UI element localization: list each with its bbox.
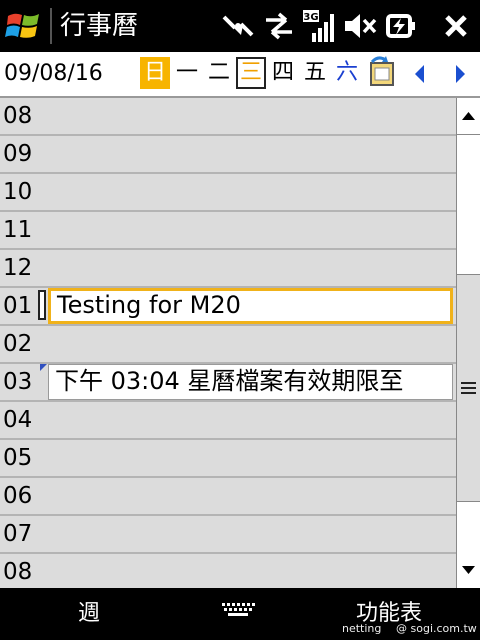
weekday-mon[interactable]: 一 <box>172 57 202 89</box>
hour-label: 08 <box>3 103 33 129</box>
scroll-down-button[interactable] <box>457 552 480 588</box>
scroll-grip-line <box>461 392 476 394</box>
hour-label: 10 <box>3 179 33 205</box>
scroll-down-icon <box>462 566 475 574</box>
hour-label: 08 <box>3 559 33 585</box>
windows-start-icon[interactable] <box>4 6 44 46</box>
hour-row[interactable]: 11 <box>0 212 456 250</box>
scroll-grip-line <box>461 382 476 384</box>
weekday-fri[interactable]: 五 <box>300 57 330 89</box>
scroll-divider <box>457 134 480 135</box>
hour-row[interactable]: 10 <box>0 174 456 212</box>
hour-label: 07 <box>3 521 33 547</box>
hour-label: 02 <box>3 331 33 357</box>
volume-muted-icon[interactable] <box>342 8 378 44</box>
keyboard-icon[interactable] <box>220 600 256 620</box>
hour-row[interactable]: 06 <box>0 478 456 516</box>
app-title: 行事曆 <box>60 11 139 41</box>
vertical-scrollbar[interactable] <box>456 98 480 588</box>
close-icon[interactable] <box>440 8 472 44</box>
appointment-item[interactable]: 下午 03:04 星曆檔案有效期限至 <box>48 364 453 400</box>
scroll-grip-line <box>461 387 476 389</box>
hour-row[interactable]: 04 <box>0 402 456 440</box>
hour-label: 12 <box>3 255 33 281</box>
scroll-up-button[interactable] <box>457 98 480 134</box>
svg-text:3G: 3G <box>303 12 318 23</box>
hour-row[interactable]: 09 <box>0 136 456 174</box>
hour-row[interactable]: 02 <box>0 326 456 364</box>
hour-row[interactable]: 05 <box>0 440 456 478</box>
hour-label: 05 <box>3 445 33 471</box>
sync-arrows-icon[interactable] <box>262 8 296 44</box>
watermark-sogi: @ sogi.com.tw <box>396 622 477 635</box>
battery-charging-icon[interactable] <box>384 8 420 44</box>
current-date[interactable]: 09/08/16 <box>4 60 103 88</box>
appointment-marker <box>38 290 46 320</box>
hour-label: 04 <box>3 407 33 433</box>
hour-row[interactable]: 08 <box>0 554 456 588</box>
weekday-wed-today[interactable]: 三 <box>236 57 266 89</box>
title-separator <box>50 8 52 44</box>
appointment-item-selected[interactable]: Testing for M20 <box>48 288 453 324</box>
hour-label: 09 <box>3 141 33 167</box>
hour-label: 06 <box>3 483 33 509</box>
appointment-corner-marker <box>40 364 47 371</box>
prev-arrow-icon[interactable] <box>410 60 430 88</box>
hour-label: 11 <box>3 217 33 243</box>
weekday-tue[interactable]: 二 <box>204 57 234 89</box>
scroll-up-icon <box>462 112 475 120</box>
softkey-bar: 週 功能表 netting @ sogi.com.tw <box>0 588 480 640</box>
signal-3g-icon[interactable]: 3G <box>302 8 336 44</box>
today-icon[interactable] <box>368 56 396 88</box>
hour-label: 01 <box>3 293 33 319</box>
date-header: 09/08/16 日 一 二 三 四 五 六 <box>0 52 480 98</box>
hour-row[interactable]: 12 <box>0 250 456 288</box>
title-bar: 行事曆 3G <box>0 0 480 52</box>
next-arrow-icon[interactable] <box>450 60 470 88</box>
weekday-sat[interactable]: 六 <box>332 57 362 89</box>
schedule-grid[interactable]: 08 09 10 11 12 01 02 03 04 05 06 07 08 T… <box>0 98 456 588</box>
connectivity-icon[interactable] <box>218 8 258 44</box>
hour-row[interactable]: 07 <box>0 516 456 554</box>
watermark-netting: netting <box>342 622 382 635</box>
scroll-thumb[interactable] <box>457 274 480 502</box>
hour-label: 03 <box>3 369 33 395</box>
week-softkey[interactable]: 週 <box>78 600 100 628</box>
hour-row[interactable]: 08 <box>0 98 456 136</box>
weekday-sun[interactable]: 日 <box>140 57 170 89</box>
weekday-thu[interactable]: 四 <box>268 57 298 89</box>
